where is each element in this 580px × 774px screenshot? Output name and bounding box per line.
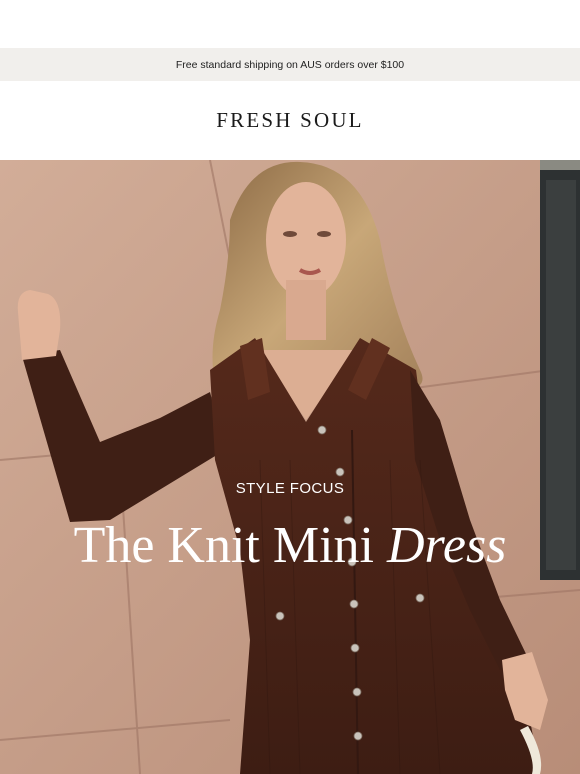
hero-photo: [0, 160, 580, 774]
announcement-bar[interactable]: Free standard shipping on AUS orders ove…: [0, 48, 580, 81]
hero-banner[interactable]: STYLE FOCUS The Knit Mini Dress: [0, 160, 580, 774]
email-page: Free standard shipping on AUS orders ove…: [0, 0, 580, 774]
announcement-text: Free standard shipping on AUS orders ove…: [175, 58, 405, 71]
brand-logo[interactable]: FRESH SOUL: [0, 108, 580, 133]
